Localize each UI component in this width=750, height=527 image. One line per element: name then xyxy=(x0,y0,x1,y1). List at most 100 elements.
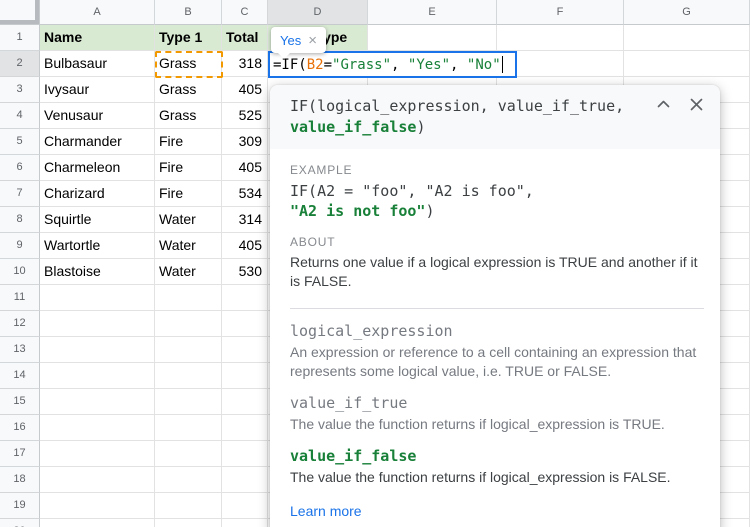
row-header-13[interactable]: 13 xyxy=(0,337,40,363)
cell-B20[interactable] xyxy=(155,519,222,527)
cell-B10[interactable]: Water xyxy=(155,259,222,285)
cell-C6[interactable]: 405 xyxy=(222,155,268,181)
row-header-7[interactable]: 7 xyxy=(0,181,40,207)
cell-C4[interactable]: 525 xyxy=(222,103,268,129)
cell-B13[interactable] xyxy=(155,337,222,363)
cell-A4[interactable]: Venusaur xyxy=(40,103,155,129)
cell-C17[interactable] xyxy=(222,441,268,467)
cell-G2[interactable] xyxy=(624,51,750,77)
row-header-10[interactable]: 10 xyxy=(0,259,40,285)
collapse-chevron-up-icon[interactable] xyxy=(656,97,671,112)
cell-B6[interactable]: Fire xyxy=(155,155,222,181)
cell-A9[interactable]: Wartortle xyxy=(40,233,155,259)
cell-A15[interactable] xyxy=(40,389,155,415)
cell-A8[interactable]: Squirtle xyxy=(40,207,155,233)
cell-A2[interactable]: Bulbasaur xyxy=(40,51,155,77)
cell-F1[interactable] xyxy=(497,25,624,51)
row-header-3[interactable]: 3 xyxy=(0,77,40,103)
row-header-8[interactable]: 8 xyxy=(0,207,40,233)
cell-A6[interactable]: Charmeleon xyxy=(40,155,155,181)
cell-B12[interactable] xyxy=(155,311,222,337)
formula-token: "Grass" xyxy=(332,57,391,73)
cell-B11[interactable] xyxy=(155,285,222,311)
cell-C18[interactable] xyxy=(222,467,268,493)
row-headers: 1234567891011121314151617181920 xyxy=(0,25,40,527)
row-header-20[interactable]: 20 xyxy=(0,519,40,527)
cell-B17[interactable] xyxy=(155,441,222,467)
cell-A10[interactable]: Blastoise xyxy=(40,259,155,285)
cell-C1[interactable]: Total xyxy=(222,25,268,51)
cell-B3[interactable]: Grass xyxy=(155,77,222,103)
cell-A19[interactable] xyxy=(40,493,155,519)
cell-C19[interactable] xyxy=(222,493,268,519)
cell-B14[interactable] xyxy=(155,363,222,389)
cell-A17[interactable] xyxy=(40,441,155,467)
cell-A3[interactable]: Ivysaur xyxy=(40,77,155,103)
cell-C11[interactable] xyxy=(222,285,268,311)
learn-more-link[interactable]: Learn more xyxy=(290,503,362,519)
row-header-9[interactable]: 9 xyxy=(0,233,40,259)
cell-C12[interactable] xyxy=(222,311,268,337)
cell-B1[interactable]: Type 1 xyxy=(155,25,222,51)
row-header-12[interactable]: 12 xyxy=(0,311,40,337)
cell-C9[interactable]: 405 xyxy=(222,233,268,259)
select-all-corner[interactable] xyxy=(0,0,40,25)
cell-B4[interactable]: Grass xyxy=(155,103,222,129)
cell-G1[interactable] xyxy=(624,25,750,51)
row-header-11[interactable]: 11 xyxy=(0,285,40,311)
cell-B2[interactable]: Grass xyxy=(155,51,222,77)
column-header-G[interactable]: G xyxy=(624,0,750,25)
cell-C5[interactable]: 309 xyxy=(222,129,268,155)
cell-C3[interactable]: 405 xyxy=(222,77,268,103)
cell-A7[interactable]: Charizard xyxy=(40,181,155,207)
cell-A13[interactable] xyxy=(40,337,155,363)
cell-A11[interactable] xyxy=(40,285,155,311)
row-header-4[interactable]: 4 xyxy=(0,103,40,129)
arg-name-logical_expression: logical_expression xyxy=(290,322,704,340)
cell-B9[interactable]: Water xyxy=(155,233,222,259)
column-header-A[interactable]: A xyxy=(40,0,155,25)
close-icon[interactable] xyxy=(689,97,704,112)
row-header-15[interactable]: 15 xyxy=(0,389,40,415)
cell-C2[interactable]: 318 xyxy=(222,51,268,77)
cell-C8[interactable]: 314 xyxy=(222,207,268,233)
column-header-F[interactable]: F xyxy=(497,0,624,25)
cell-C16[interactable] xyxy=(222,415,268,441)
cell-B8[interactable]: Water xyxy=(155,207,222,233)
cell-B18[interactable] xyxy=(155,467,222,493)
cell-C15[interactable] xyxy=(222,389,268,415)
cell-C14[interactable] xyxy=(222,363,268,389)
column-header-C[interactable]: C xyxy=(222,0,268,25)
cell-A1[interactable]: Name xyxy=(40,25,155,51)
cell-C20[interactable] xyxy=(222,519,268,527)
cell-C7[interactable]: 534 xyxy=(222,181,268,207)
cell-A18[interactable] xyxy=(40,467,155,493)
row-header-16[interactable]: 16 xyxy=(0,415,40,441)
row-header-19[interactable]: 19 xyxy=(0,493,40,519)
cell-A12[interactable] xyxy=(40,311,155,337)
row-header-18[interactable]: 18 xyxy=(0,467,40,493)
column-header-B[interactable]: B xyxy=(155,0,222,25)
row-header-5[interactable]: 5 xyxy=(0,129,40,155)
row-header-17[interactable]: 17 xyxy=(0,441,40,467)
cell-A20[interactable] xyxy=(40,519,155,527)
cell-B7[interactable]: Fire xyxy=(155,181,222,207)
cell-B19[interactable] xyxy=(155,493,222,519)
tooltip-close-icon[interactable]: × xyxy=(308,33,317,48)
formula-edit-cell[interactable]: =IF(B2="Grass", "Yes", "No" xyxy=(268,51,517,78)
cell-E1[interactable] xyxy=(368,25,497,51)
cell-A5[interactable]: Charmander xyxy=(40,129,155,155)
row-header-2[interactable]: 2 xyxy=(0,51,40,77)
row-header-1[interactable]: 1 xyxy=(0,25,40,51)
cell-A16[interactable] xyxy=(40,415,155,441)
cell-B16[interactable] xyxy=(155,415,222,441)
column-header-E[interactable]: E xyxy=(368,0,497,25)
cell-B15[interactable] xyxy=(155,389,222,415)
cell-C10[interactable]: 530 xyxy=(222,259,268,285)
cell-B5[interactable]: Fire xyxy=(155,129,222,155)
cell-A14[interactable] xyxy=(40,363,155,389)
column-header-D[interactable]: D xyxy=(268,0,368,25)
cell-C13[interactable] xyxy=(222,337,268,363)
row-header-14[interactable]: 14 xyxy=(0,363,40,389)
row-header-6[interactable]: 6 xyxy=(0,155,40,181)
